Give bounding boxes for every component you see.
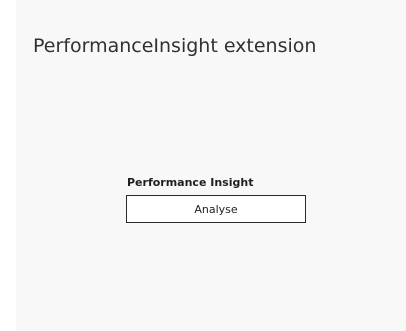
- performance-insight-label: Performance Insight: [127, 176, 254, 189]
- analyse-button[interactable]: Analyse: [126, 195, 306, 223]
- extension-title: PerformanceInsight extension: [33, 35, 317, 57]
- performance-insight-group: Performance Insight Analyse: [126, 176, 306, 223]
- extension-panel: PerformanceInsight extension Performance…: [16, 0, 406, 331]
